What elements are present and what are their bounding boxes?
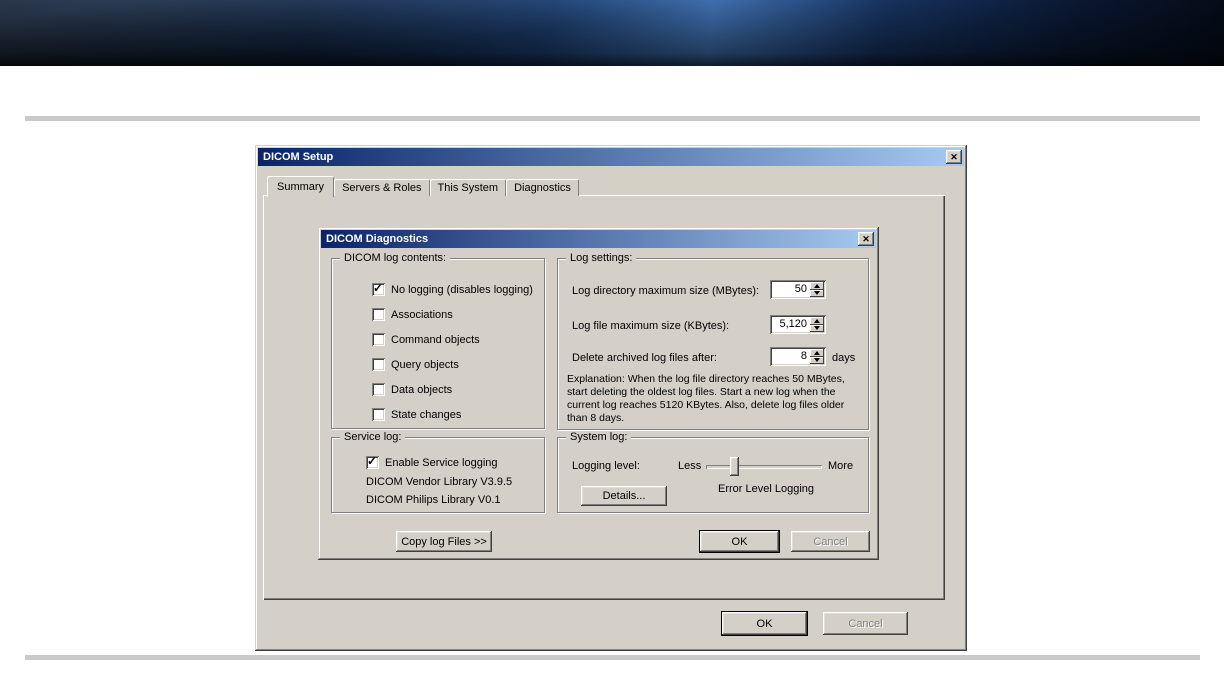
setup-tab-strip: Summary Servers & Roles This System Diag… (267, 175, 579, 197)
top-banner (0, 0, 1224, 66)
field-value: 50 (794, 283, 807, 295)
spin-up-icon[interactable] (810, 317, 824, 325)
dicom-vendor-library-version: DICOM Vendor Library V3.9.5 (366, 476, 513, 488)
diagnostics-ok-button[interactable]: OK (700, 531, 779, 552)
dicom-philips-library-version: DICOM Philips Library V0.1 (366, 494, 501, 506)
copy-log-files-button[interactable]: Copy log Files >> (396, 531, 492, 552)
tab-label: Summary (277, 180, 325, 193)
query-objects-checkbox[interactable] (372, 358, 385, 371)
tab-this-system[interactable]: This System (429, 179, 507, 196)
checkbox-label: Associations (391, 308, 453, 321)
diagnostics-cancel-button[interactable]: Cancel (791, 531, 870, 552)
delete-archived-logs-label: Delete archived log files after: (572, 352, 717, 364)
checkbox-label: Enable Service logging (385, 456, 498, 469)
setup-close-button[interactable]: ✕ (946, 150, 962, 164)
diagnostics-close-button[interactable]: ✕ (858, 232, 874, 246)
logging-level-slider[interactable] (706, 457, 822, 476)
log-file-max-size-field[interactable]: 5,120 (770, 315, 826, 334)
spinner (810, 349, 824, 364)
diagnostics-dialog-title: DICOM Diagnostics (326, 233, 429, 245)
tab-servers-roles[interactable]: Servers & Roles (334, 179, 430, 196)
checkbox-label: Data objects (391, 383, 453, 396)
log-settings-group: Log settings: Log directory maximum size… (557, 252, 869, 430)
spin-down-icon[interactable] (810, 289, 824, 297)
tab-diagnostics[interactable]: Diagnostics (506, 179, 579, 196)
divider-bottom (25, 655, 1200, 660)
command-objects-row: Command objects (372, 333, 480, 346)
tab-label: Servers & Roles (342, 181, 422, 194)
tab-summary[interactable]: Summary (267, 176, 335, 197)
state-changes-row: State changes (372, 408, 461, 421)
checkbox-label: Command objects (391, 333, 480, 346)
days-suffix-label: days (832, 352, 856, 364)
log-settings-explanation: Explanation: When the log file directory… (567, 373, 845, 424)
slider-less-label: Less (678, 460, 702, 472)
associations-checkbox[interactable] (372, 308, 385, 321)
spinner (810, 317, 824, 332)
associations-row: Associations (372, 308, 453, 321)
diagnostics-title-bar[interactable]: DICOM Diagnostics ✕ (321, 230, 876, 248)
log-directory-max-size-field[interactable]: 50 (770, 280, 826, 299)
service-log-group: Service log: Enable Service logging DICO… (331, 431, 545, 513)
checkbox-label: State changes (391, 408, 462, 421)
setup-cancel-button[interactable]: Cancel (823, 612, 908, 635)
checkbox-label: Query objects (391, 358, 459, 371)
spin-up-icon[interactable] (810, 282, 824, 290)
slider-thumb[interactable] (730, 457, 739, 476)
spin-up-icon[interactable] (810, 349, 824, 357)
tab-label: This System (437, 181, 499, 194)
dicom-log-contents-group: DICOM log contents: No logging (disables… (331, 252, 545, 429)
tab-label: Diagnostics (514, 181, 571, 194)
field-value: 8 (800, 350, 807, 362)
divider-top (25, 116, 1200, 121)
logging-level-label: Logging level: (572, 460, 640, 472)
field-value: 5,120 (779, 318, 807, 330)
spin-down-icon[interactable] (810, 356, 824, 364)
setup-title-bar[interactable]: DICOM Setup ✕ (258, 148, 964, 166)
enable-service-logging-row: Enable Service logging (366, 454, 498, 469)
group-legend: DICOM log contents: (340, 252, 451, 264)
slider-more-label: More (828, 460, 854, 472)
setup-ok-button[interactable]: OK (722, 612, 807, 635)
enable-service-logging-checkbox[interactable] (366, 454, 379, 469)
delete-archived-logs-field[interactable]: 8 (770, 347, 826, 366)
no-logging-row: No logging (disables logging) (372, 281, 533, 296)
log-file-max-size-label: Log file maximum size (KBytes): (572, 320, 730, 332)
checkbox-label: No logging (disables logging) (391, 283, 533, 296)
query-objects-row: Query objects (372, 358, 459, 371)
state-changes-checkbox[interactable] (372, 408, 385, 421)
system-log-group: System log: Logging level: Less More Det… (557, 431, 869, 513)
no-logging-checkbox[interactable] (372, 281, 385, 296)
setup-dialog-title: DICOM Setup (263, 151, 334, 163)
close-icon: ✕ (950, 151, 958, 162)
logging-level-status-text: Error Level Logging (718, 483, 815, 495)
screen: DICOM Setup ✕ Summary Servers & Roles Th… (0, 0, 1224, 674)
group-legend: System log: (566, 431, 632, 443)
data-objects-checkbox[interactable] (372, 383, 385, 396)
group-legend: Service log: (340, 431, 406, 443)
log-directory-max-size-label: Log directory maximum size (MBytes): (572, 285, 760, 297)
dicom-diagnostics-dialog: DICOM Diagnostics ✕ DICOM log contents: … (318, 227, 879, 560)
command-objects-checkbox[interactable] (372, 333, 385, 346)
spin-down-icon[interactable] (810, 324, 824, 332)
spinner (810, 282, 824, 297)
data-objects-row: Data objects (372, 383, 452, 396)
group-legend: Log settings: (566, 252, 637, 264)
details-button[interactable]: Details... (581, 486, 667, 506)
close-icon: ✕ (862, 233, 870, 244)
